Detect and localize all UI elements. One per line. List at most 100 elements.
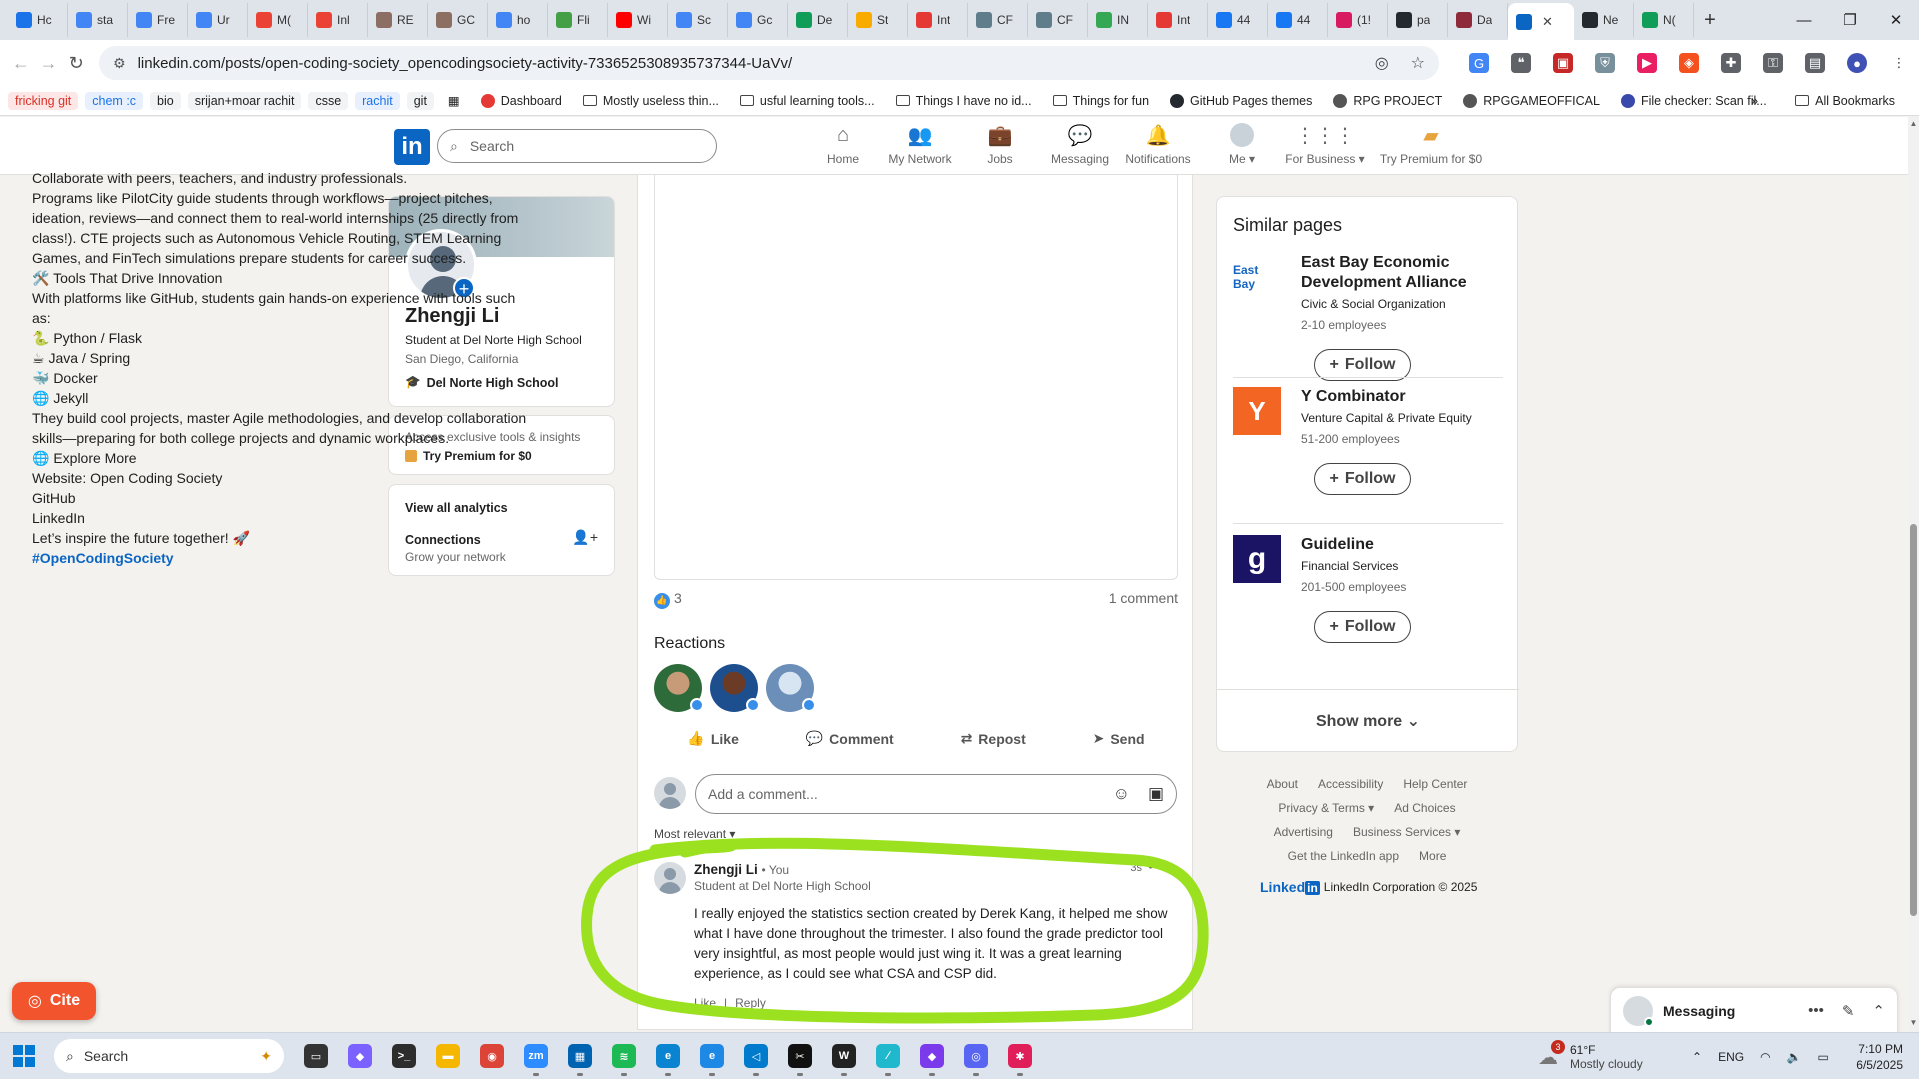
back-arrow-icon[interactable]: ← xyxy=(10,47,32,79)
bookmark-tag[interactable]: fricking git xyxy=(8,91,79,110)
weather-widget[interactable]: ☁ 3 61°F Mostly cloudy xyxy=(1538,1033,1643,1079)
bookmark-star-icon[interactable]: ☆ xyxy=(1411,53,1425,73)
bookmark-tag[interactable]: csse xyxy=(308,91,349,110)
messaging-bar[interactable]: Messaging ••• ✎ ⌃ xyxy=(1610,987,1898,1035)
bookmark-folder[interactable]: Things for fun xyxy=(1046,92,1156,110)
bookmark-link[interactable]: File checker: Scan fil... xyxy=(1614,92,1774,110)
browser-tab[interactable]: M( xyxy=(248,3,308,37)
address-bar[interactable]: ⚙ linkedin.com/posts/open-coding-society… xyxy=(99,46,1440,80)
company-logo[interactable]: Y xyxy=(1233,387,1281,435)
password-key-icon[interactable]: ⚿ xyxy=(1763,53,1784,73)
more-icon[interactable]: ••• xyxy=(1808,1002,1824,1020)
spotify-taskbar-button[interactable]: ≋ xyxy=(602,1034,646,1078)
language-indicator[interactable]: ENG xyxy=(1718,1050,1744,1064)
perplexity-taskbar-button[interactable]: ∕ xyxy=(866,1034,910,1078)
browser-tab[interactable]: (1! xyxy=(1328,3,1388,37)
scroll-up-icon[interactable]: ▲ xyxy=(1908,119,1919,131)
terminal-taskbar-button[interactable]: >_ xyxy=(382,1034,426,1078)
apps-grid-icon[interactable]: ▦ xyxy=(441,91,467,110)
browser-tab[interactable]: Int xyxy=(908,3,968,37)
profile-avatar-icon[interactable]: ● xyxy=(1847,53,1868,73)
browser-tab[interactable]: Fre xyxy=(128,3,188,37)
reload-icon[interactable]: ↻ xyxy=(65,47,87,79)
maximize-button[interactable]: ❐ xyxy=(1827,0,1873,40)
browser-tab[interactable]: Inl xyxy=(308,3,368,37)
linkedin-search-input[interactable]: ⌕ Search xyxy=(437,129,717,163)
file-explorer-taskbar-button[interactable]: ▬ xyxy=(426,1034,470,1078)
footer-link[interactable]: More xyxy=(1419,844,1446,868)
nav-notifications[interactable]: 🔔 Notifications xyxy=(1113,123,1203,167)
windows-search-box[interactable]: ⌕ Search ✦ xyxy=(54,1039,284,1073)
wattpad-taskbar-button[interactable]: W xyxy=(822,1034,866,1078)
cite-button[interactable]: ◎ Cite xyxy=(12,982,96,1020)
page-scrollbar[interactable]: ▲ ▼ xyxy=(1908,117,1919,1032)
footer-link[interactable]: Accessibility xyxy=(1318,772,1383,796)
repost-button[interactable]: ⇄ Repost xyxy=(961,730,1026,747)
comment-count[interactable]: 1 comment xyxy=(1109,590,1178,609)
battery-icon[interactable]: ▭ xyxy=(1818,1050,1829,1064)
browser-tab[interactable]: Int xyxy=(1148,3,1208,37)
comment-reply-button[interactable]: Reply xyxy=(735,996,766,1010)
browser-tab[interactable]: St xyxy=(848,3,908,37)
footer-link[interactable]: Advertising xyxy=(1274,820,1333,844)
chrome-taskbar-button[interactable]: ◉ xyxy=(470,1034,514,1078)
nav-me[interactable]: ● Me ▾ xyxy=(1197,123,1287,166)
browser-tab[interactable]: Ne xyxy=(1574,3,1634,37)
reactor-avatar[interactable] xyxy=(766,664,816,712)
browser-tab[interactable]: Hc xyxy=(8,3,68,37)
reactor-avatar[interactable] xyxy=(654,664,704,712)
browser-tab[interactable]: Sc xyxy=(668,3,728,37)
scroll-thumb[interactable] xyxy=(1910,524,1917,916)
browser-tab[interactable]: N( xyxy=(1634,3,1694,37)
all-bookmarks-button[interactable]: All Bookmarks xyxy=(1788,92,1902,110)
compose-icon[interactable]: ✎ xyxy=(1842,1002,1855,1020)
bookmark-tag[interactable]: bio xyxy=(150,91,181,110)
footer-link[interactable]: About xyxy=(1267,772,1298,796)
minimize-button[interactable]: — xyxy=(1781,0,1827,40)
bookmark-tag[interactable]: srijan+moar rachit xyxy=(187,91,302,110)
quote-extension-icon[interactable]: ❝ xyxy=(1511,53,1532,73)
wifi-icon[interactable]: ◠ xyxy=(1760,1050,1770,1064)
eye-off-icon[interactable]: ◎ xyxy=(1375,53,1389,73)
nav-for-business[interactable]: ⋮⋮⋮ For Business ▾ xyxy=(1280,123,1370,167)
bookmark-tag[interactable]: rachit xyxy=(355,91,400,110)
show-more-button[interactable]: Show more ⌄ xyxy=(1217,711,1519,731)
comment-like-button[interactable]: Like xyxy=(694,996,716,1010)
like-button[interactable]: 👍 Like xyxy=(687,730,738,747)
browser-tab[interactable]: 44 xyxy=(1208,3,1268,37)
browser-menu-icon[interactable]: ⋮ xyxy=(1889,53,1910,73)
emoji-icon[interactable]: ☺ xyxy=(1113,784,1130,804)
system-clock[interactable]: 7:10 PM 6/5/2025 xyxy=(1856,1041,1903,1073)
follow-button[interactable]: + Follow xyxy=(1314,463,1411,495)
reaction-count[interactable]: 👍 3 xyxy=(654,590,682,609)
close-window-button[interactable]: ✕ xyxy=(1873,0,1919,40)
comment-button[interactable]: 💬 Comment xyxy=(806,730,894,747)
discord-taskbar-button[interactable]: ◎ xyxy=(954,1034,998,1078)
zoom-taskbar-button[interactable]: zm xyxy=(514,1034,558,1078)
bookmark-link[interactable]: RPG PROJECT xyxy=(1326,92,1449,110)
footer-link[interactable]: Get the LinkedIn app xyxy=(1288,844,1399,868)
more-bookmarks-chevron-icon[interactable]: » xyxy=(1751,94,1758,108)
commenter-avatar[interactable] xyxy=(654,862,686,894)
reactor-avatar[interactable] xyxy=(710,664,760,712)
browser-tab[interactable]: CF xyxy=(1028,3,1088,37)
bookmark-link[interactable]: Dashboard xyxy=(474,92,569,110)
footer-link[interactable]: Help Center xyxy=(1403,772,1467,796)
ublock-extension-icon[interactable]: ▣ xyxy=(1553,53,1574,73)
bookmark-link[interactable]: RPGGAMEOFFICAL xyxy=(1456,92,1607,110)
send-button[interactable]: ➤ Send xyxy=(1093,730,1145,747)
bookmark-tag[interactable]: git xyxy=(406,91,434,110)
commenter-name[interactable]: Zhengji Li • You xyxy=(694,862,789,877)
browser-tab[interactable]: IN xyxy=(1088,3,1148,37)
site-info-icon[interactable]: ⚙ xyxy=(113,55,126,72)
bookmark-folder[interactable]: Things I have no id... xyxy=(889,92,1039,110)
follow-button[interactable]: + Follow xyxy=(1314,611,1411,643)
linkedin-logo[interactable]: in xyxy=(394,129,430,165)
add-person-icon[interactable]: 👤+ xyxy=(572,529,598,546)
browser-tab[interactable]: Ur xyxy=(188,3,248,37)
translate-extension-icon[interactable]: G xyxy=(1469,53,1490,73)
bookmark-folder[interactable]: Mostly useless thin... xyxy=(576,92,726,110)
company-name[interactable]: Guideline xyxy=(1301,535,1501,555)
browser-tab[interactable]: De xyxy=(788,3,848,37)
image-icon[interactable]: ▣ xyxy=(1148,784,1164,804)
